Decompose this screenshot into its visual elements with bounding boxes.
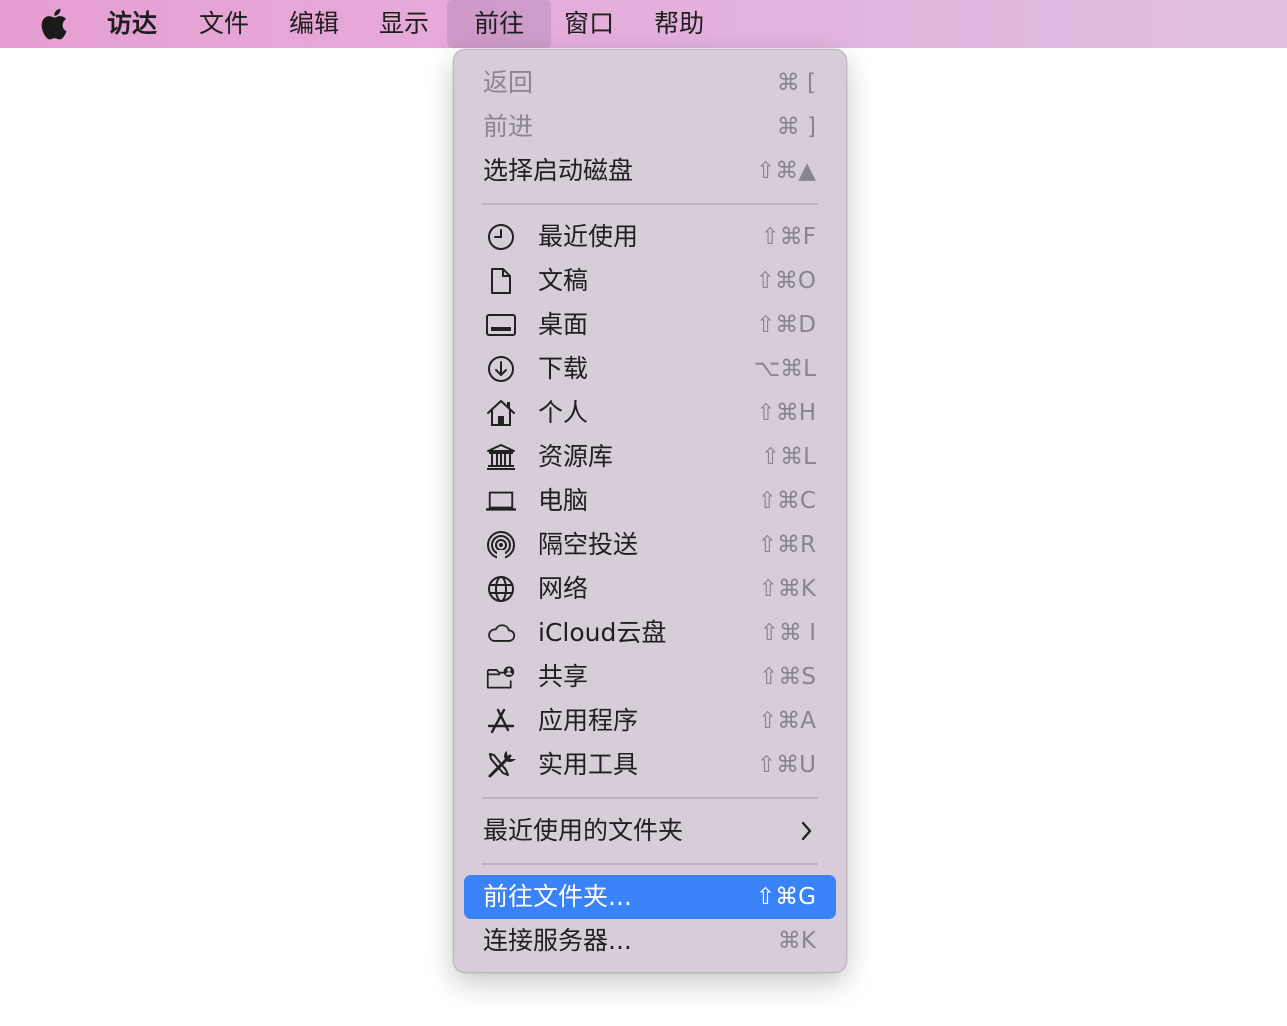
menu-item-recents[interactable]: 最近使用 ⇧⌘F — [464, 215, 836, 259]
menu-item-back[interactable]: 返回 ⌘ [ — [464, 61, 836, 105]
shortcut: ⌘K — [777, 928, 816, 954]
cloud-icon — [486, 620, 516, 646]
document-icon — [486, 268, 516, 294]
tools-icon — [486, 750, 516, 778]
menu-item-computer[interactable]: 电脑 ⇧⌘C — [464, 479, 836, 523]
menu-item-label: 前进 — [483, 112, 534, 141]
shortcut: ⇧⌘L — [760, 444, 816, 470]
menu-item-label: 最近使用的文件夹 — [483, 816, 684, 845]
apple-menu[interactable] — [0, 0, 96, 48]
menubar-view[interactable]: 显示 — [359, 0, 449, 48]
menu-item-label: 前往文件夹... — [483, 882, 632, 911]
separator — [482, 203, 818, 205]
menu-item-library[interactable]: 资源库 ⇧⌘L — [464, 435, 836, 479]
separator — [482, 797, 818, 799]
menu-item-label: 应用程序 — [538, 706, 639, 735]
shortcut: ⇧⌘H — [756, 400, 816, 426]
menubar-edit[interactable]: 编辑 — [269, 0, 359, 48]
menu-item-connect-server[interactable]: 连接服务器... ⌘K — [464, 919, 836, 963]
menu-item-label: 网络 — [538, 574, 589, 603]
menu-item-label: 桌面 — [538, 310, 589, 339]
menu-item-label: 选择启动磁盘 — [483, 156, 634, 185]
menu-item-applications[interactable]: 应用程序 ⇧⌘A — [464, 699, 836, 743]
shortcut: ⇧⌘C — [757, 488, 816, 514]
menu-item-label: 最近使用 — [538, 222, 639, 251]
shortcut: ⇧⌘R — [757, 532, 816, 558]
menu-item-label: 下载 — [538, 354, 589, 383]
menubar-help[interactable]: 帮助 — [634, 0, 724, 48]
shortcut: ⇧⌘F — [760, 224, 816, 250]
menu-item-startup-disk[interactable]: 选择启动磁盘 ⇧⌘▲ — [464, 149, 836, 193]
menu-item-go-to-folder[interactable]: 前往文件夹... ⇧⌘G — [464, 875, 836, 919]
menu-item-label: 电脑 — [538, 486, 589, 515]
menubar-go[interactable]: 前往 — [447, 0, 552, 48]
chevron-right-icon — [800, 809, 814, 853]
desktop-icon — [486, 312, 516, 338]
shortcut: ⌘ [ — [776, 70, 816, 96]
app-store-icon — [486, 708, 516, 734]
menu-item-label: 个人 — [538, 398, 589, 427]
menu-item-label: iCloud云盘 — [538, 618, 667, 647]
shortcut: ⇧⌘K — [758, 576, 816, 602]
shared-folder-icon — [486, 664, 516, 690]
menubar-window[interactable]: 窗口 — [551, 0, 634, 48]
menu-item-label: 连接服务器... — [483, 926, 632, 955]
laptop-icon — [486, 488, 516, 514]
menubar-file[interactable]: 文件 — [179, 0, 269, 48]
menu-item-downloads[interactable]: 下载 ⌥⌘L — [464, 347, 836, 391]
menu-item-label: 隔空投送 — [538, 530, 639, 559]
menu-item-network[interactable]: 网络 ⇧⌘K — [464, 567, 836, 611]
shortcut: ⌥⌘L — [753, 356, 816, 382]
apple-logo-icon — [41, 8, 67, 40]
menubar-app-name[interactable]: 访达 — [96, 0, 179, 48]
menu-item-desktop[interactable]: 桌面 ⇧⌘D — [464, 303, 836, 347]
menu-item-recent-folders[interactable]: 最近使用的文件夹 — [464, 809, 836, 853]
globe-icon — [486, 576, 516, 602]
shortcut: ⇧⌘D — [756, 312, 816, 338]
shortcut: ⌘ ] — [776, 114, 816, 140]
menu-item-forward[interactable]: 前进 ⌘ ] — [464, 105, 836, 149]
shortcut: ⇧⌘S — [759, 664, 816, 690]
menu-item-utilities[interactable]: 实用工具 ⇧⌘U — [464, 743, 836, 787]
menu-item-airdrop[interactable]: 隔空投送 ⇧⌘R — [464, 523, 836, 567]
clock-icon — [486, 224, 516, 250]
separator — [482, 863, 818, 865]
shortcut: ⇧⌘ I — [759, 620, 816, 646]
menu-item-label: 实用工具 — [538, 750, 639, 779]
go-menu-dropdown: 返回 ⌘ [ 前进 ⌘ ] 选择启动磁盘 ⇧⌘▲ 最近使用 ⇧⌘F 文稿 ⇧⌘O… — [453, 49, 847, 973]
menu-item-icloud-drive[interactable]: iCloud云盘 ⇧⌘ I — [464, 611, 836, 655]
library-icon — [486, 444, 516, 470]
download-icon — [486, 356, 516, 382]
shortcut: ⇧⌘▲ — [756, 158, 816, 184]
menu-item-label: 返回 — [483, 68, 534, 97]
shortcut: ⇧⌘U — [756, 752, 816, 778]
menu-item-documents[interactable]: 文稿 ⇧⌘O — [464, 259, 836, 303]
menu-item-shared[interactable]: 共享 ⇧⌘S — [464, 655, 836, 699]
shortcut: ⇧⌘O — [755, 268, 816, 294]
menu-item-label: 文稿 — [538, 266, 589, 295]
shortcut: ⇧⌘G — [755, 884, 816, 910]
shortcut: ⇧⌘A — [757, 708, 816, 734]
home-icon — [486, 400, 516, 426]
menu-bar: 访达 文件 编辑 显示 前往 窗口 帮助 — [0, 0, 1287, 48]
menu-item-label: 资源库 — [538, 442, 614, 471]
airdrop-icon — [486, 531, 516, 560]
menu-item-home[interactable]: 个人 ⇧⌘H — [464, 391, 836, 435]
menu-item-label: 共享 — [538, 662, 589, 691]
